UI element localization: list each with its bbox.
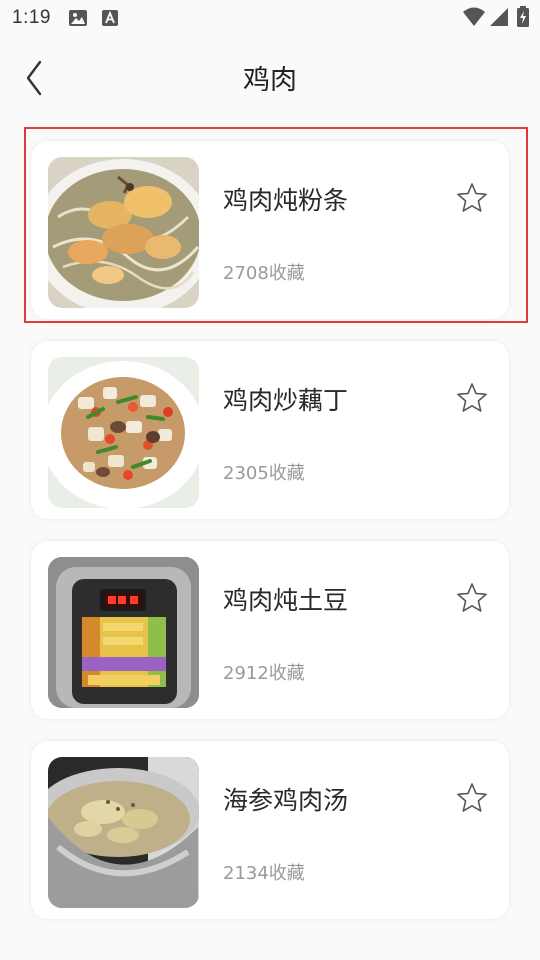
battery-icon: [516, 6, 530, 32]
status-bar: 1:19: [0, 0, 540, 36]
recipe-card[interactable]: 鸡肉炒藕丁 2305收藏: [30, 340, 510, 520]
recipe-image: [48, 157, 199, 308]
app-header: 鸡肉: [0, 42, 540, 114]
favorite-button[interactable]: [455, 381, 489, 415]
favorite-button[interactable]: [455, 181, 489, 215]
recipe-card[interactable]: 鸡肉炖土豆 2912收藏: [30, 540, 510, 720]
favorite-count: 2305收藏: [223, 463, 305, 484]
recipe-name: 海参鸡肉汤: [223, 786, 349, 815]
star-icon: [457, 583, 487, 612]
favorite-count: 2912收藏: [223, 663, 305, 684]
star-icon: [457, 183, 487, 212]
favorite-count: 2708收藏: [223, 263, 305, 284]
recipe-image: [48, 557, 199, 708]
status-time: 1:19: [12, 7, 51, 28]
image-icon: [68, 8, 88, 32]
recipe-card[interactable]: 海参鸡肉汤 2134收藏: [30, 740, 510, 920]
favorite-count: 2134收藏: [223, 863, 305, 884]
recipe-name: 鸡肉炖土豆: [223, 586, 349, 615]
star-icon: [457, 383, 487, 412]
favorite-button[interactable]: [455, 781, 489, 815]
favorite-button[interactable]: [455, 581, 489, 615]
recipe-image: [48, 357, 199, 508]
recipe-name: 鸡肉炒藕丁: [223, 386, 349, 415]
page-title: 鸡肉: [243, 65, 297, 96]
recipe-name: 鸡肉炖粉条: [223, 186, 349, 215]
signal-icon: [489, 6, 509, 32]
wifi-icon: [462, 6, 486, 32]
recipe-card[interactable]: 鸡肉炖粉条 2708收藏: [30, 140, 510, 320]
text-a-icon: [101, 8, 119, 32]
star-icon: [457, 783, 487, 812]
recipe-image: [48, 757, 199, 908]
